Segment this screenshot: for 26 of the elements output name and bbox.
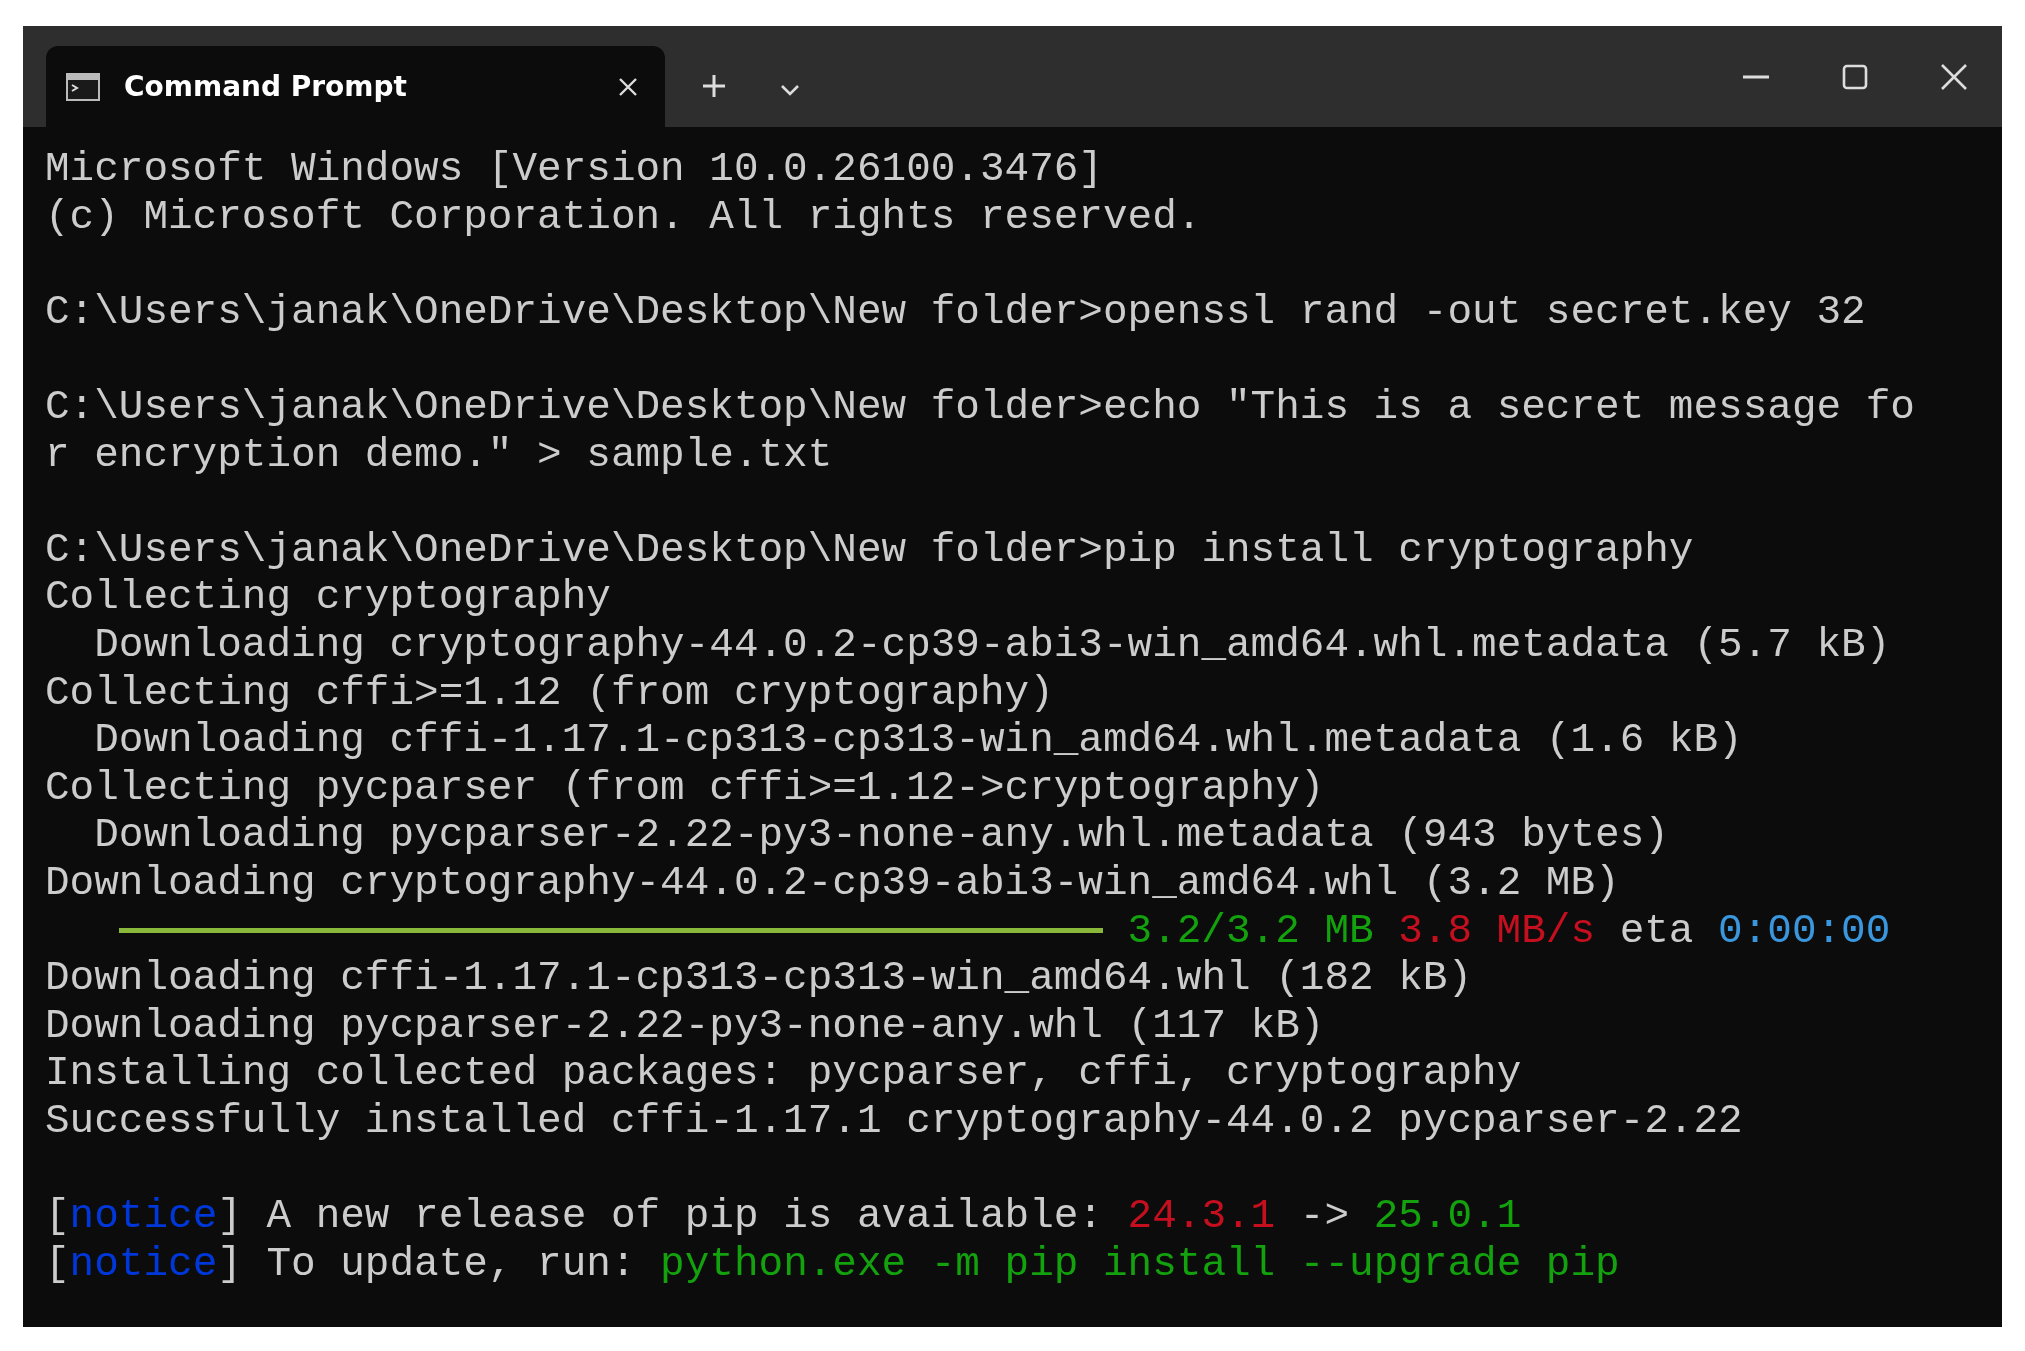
terminal-line: (c) Microsoft Corporation. All rights reserved.: [45, 193, 1203, 242]
terminal-line: C:\Users\janak\OneDrive\Desktop\New folder>openssl rand -out secret.key 32: [45, 288, 1867, 337]
terminal-text: 3.8 MB/s: [1398, 907, 1596, 954]
terminal-text: eta: [1619, 907, 1694, 954]
tab[interactable]: Command Prompt: [46, 46, 665, 127]
terminal-icon: [66, 72, 100, 101]
terminal-line: Microsoft Windows [Version 10.0.26100.3476]: [45, 146, 1104, 194]
terminal-line: Installing collected packages: pycparser, cffi, cryptography: [45, 1050, 1523, 1098]
terminal-line: C:\Users\janak\OneDrive\Desktop\New folder>echo "This is a secret message fo: [45, 383, 1916, 432]
terminal-line: Downloading cffi-1.17.1-cp313-cp313-win_amd64.whl (182 kB): [45, 955, 1474, 1003]
terminal-line: Downloading cryptography-44.0.2-cp39-abi3-win_amd64.whl (3.2 MB): [45, 859, 1621, 908]
terminal-line: [notice] A new release of pip is available: 24.3.1 -> 25.0.1: [45, 1193, 1523, 1241]
terminal-line: Collecting cryptography: [45, 574, 612, 622]
terminal-line: Downloading pycparser-2.22-py3-none-any.whl.metadata (943 bytes): [93, 812, 1670, 860]
terminal-text: 0:00:00: [1718, 907, 1891, 954]
tab-title: Command Prompt: [124, 68, 408, 105]
terminal-line: Downloading cryptography-44.0.2-cp39-abi3-win_amd64.whl.metadata (5.7 kB): [93, 621, 1892, 670]
terminal-line: C:\Users\janak\OneDrive\Desktop\New folder>pip install cryptography: [45, 526, 1695, 575]
terminal-line: Downloading pycparser-2.22-py3-none-any.whl (117 kB): [45, 1002, 1326, 1051]
terminal-line: r encryption demo." > sample.txt: [45, 431, 834, 480]
terminal-line: Collecting pycparser (from cffi>=1.12->cryptography): [45, 764, 1326, 813]
terminal-line: Successfully installed cffi-1.17.1 cryptography-44.0.2 pycparser-2.22: [45, 1097, 1744, 1146]
terminal-line: Downloading cffi-1.17.1-cp313-cp313-win_amd64.whl.metadata (1.6 kB): [93, 717, 1744, 765]
terminal-line: Collecting cffi>=1.12 (from cryptography): [45, 669, 1055, 718]
terminal-line: [notice] To update, run: python.exe -m pip install --upgrade pip: [45, 1240, 1621, 1289]
terminal-text: 3.2/3.2 MB: [1127, 907, 1374, 954]
